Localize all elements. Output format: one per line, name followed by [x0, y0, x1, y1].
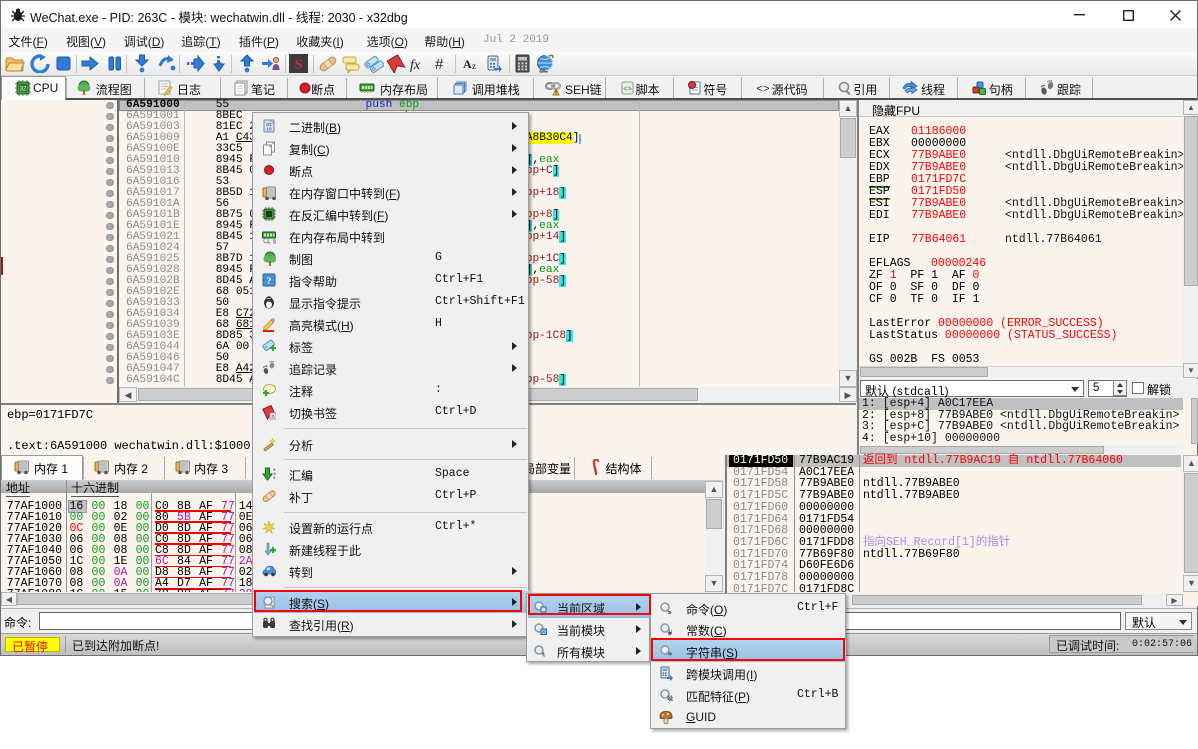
svg-text:<>: <> [756, 84, 769, 96]
svg-text:10: 10 [266, 127, 272, 133]
svg-text:n: n [271, 413, 274, 420]
svg-text:@: @ [273, 239, 277, 244]
svg-text:01: 01 [273, 477, 276, 481]
svg-text:<>: <> [623, 86, 631, 94]
svg-text:z: z [472, 61, 476, 71]
svg-text:#: # [668, 631, 672, 638]
svg-text:>: > [668, 609, 672, 616]
svg-text:#: # [435, 56, 444, 73]
svg-text:*: * [542, 652, 545, 659]
svg-text:A: A [463, 57, 472, 71]
svg-text:fx: fx [410, 58, 421, 73]
svg-text:?: ? [267, 276, 272, 286]
svg-text:S: S [295, 58, 303, 73]
svg-text:32: 32 [20, 87, 27, 93]
